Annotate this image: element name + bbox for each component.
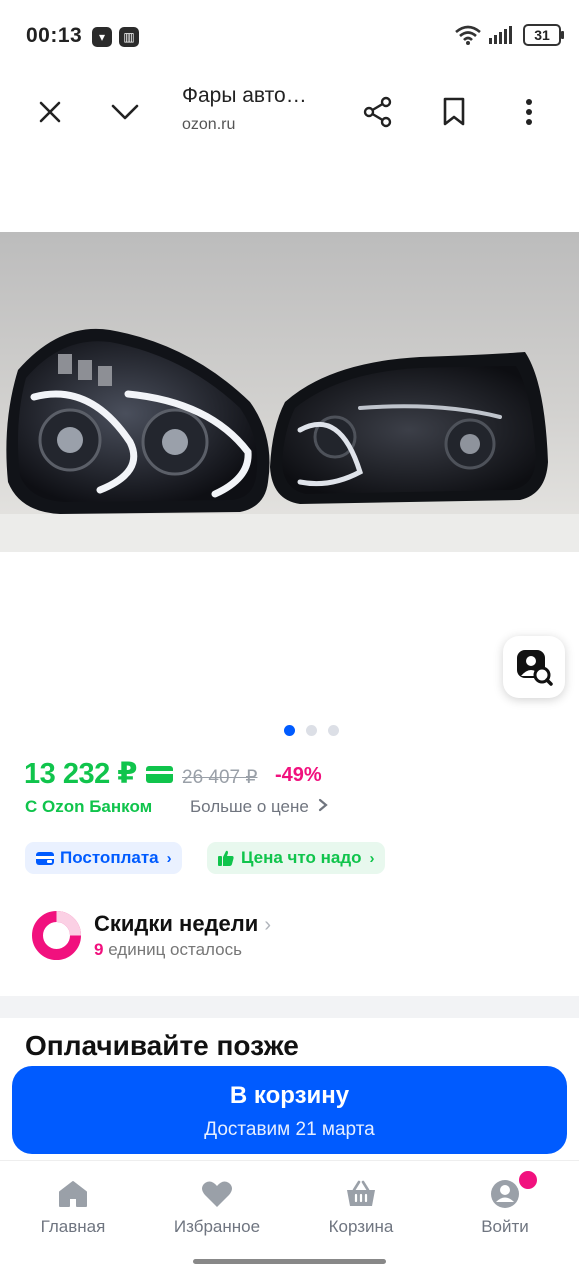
nav-favorites-label: Избранное [173, 1217, 261, 1236]
good-price-chip[interactable]: Цена что надо › [207, 842, 385, 874]
page-title: Фары авто… [182, 84, 307, 107]
chevron-right-icon [318, 798, 328, 812]
close-button[interactable] [26, 88, 74, 136]
app-notification-icon: ▥ [119, 27, 139, 47]
browser-toolbar: Фары авто… ozon.ru [0, 72, 579, 153]
thumbs-up-icon [218, 850, 234, 866]
bank-price-label: С Ozon Банком [25, 797, 153, 816]
postpay-chip[interactable]: Постоплата › [25, 842, 182, 874]
old-price: 26 407 ₽ [182, 767, 258, 788]
deals-remaining: 9 единиц осталось [94, 940, 242, 960]
nav-login-label: Войти [481, 1217, 529, 1236]
share-button[interactable] [354, 88, 402, 136]
bookmark-icon [443, 97, 465, 126]
heart-icon [202, 1181, 232, 1207]
collapse-button[interactable] [101, 88, 149, 136]
chevron-down-icon [111, 104, 139, 120]
nav-home-label: Главная [40, 1217, 106, 1236]
share-icon [363, 96, 392, 128]
more-menu-button[interactable] [505, 88, 553, 136]
bank-card-icon [146, 766, 173, 783]
pay-later-heading: Оплачивайте позже [25, 1030, 299, 1061]
vpn-icon: ▾ [92, 27, 112, 47]
nav-cart[interactable]: Корзина [291, 1179, 431, 1237]
discount-badge: -49% [275, 764, 322, 786]
more-about-price-link[interactable]: Больше о цене [190, 797, 328, 817]
weekly-deals-link[interactable]: Скидки недели › [94, 911, 271, 937]
pagination-dot-1[interactable] [284, 725, 295, 736]
wallet-icon [36, 852, 54, 865]
postpay-label: Постоплата [60, 848, 159, 867]
pagination-dot-2[interactable] [306, 725, 317, 736]
battery-icon: 31 [523, 24, 564, 46]
product-gallery[interactable] [0, 152, 579, 747]
basket-icon [347, 1180, 375, 1206]
pagination-dot-3[interactable] [328, 725, 339, 736]
chevron-right-icon: › [264, 914, 272, 936]
close-icon [39, 101, 61, 123]
page-url: ozon.ru [182, 116, 236, 133]
signal-icon [489, 26, 512, 44]
nav-login[interactable]: Войти [435, 1169, 575, 1237]
gallery-pagination [284, 723, 350, 741]
image-search-icon [517, 650, 553, 686]
weekly-deals-title: Скидки недели [94, 911, 259, 936]
bookmark-button[interactable] [430, 88, 478, 136]
add-to-cart-button[interactable]: В корзину Доставим 21 марта [12, 1066, 567, 1154]
deals-remaining-label: единиц осталось [108, 940, 242, 959]
home-icon [59, 1181, 87, 1207]
notification-dot [517, 1169, 539, 1191]
wifi-icon [455, 25, 481, 45]
good-price-label: Цена что надо [241, 848, 362, 867]
delivery-date: Доставим 21 марта [204, 1119, 375, 1140]
status-time: 00:13 [26, 24, 83, 47]
nav-home[interactable]: Главная [3, 1179, 143, 1237]
gesture-bar[interactable] [193, 1259, 386, 1264]
status-bar: 00:13 ▾ ▥ 31 [0, 0, 579, 72]
product-photo[interactable] [0, 232, 579, 552]
chevron-right-icon: › [166, 849, 172, 867]
section-divider [0, 996, 579, 1018]
current-price: 13 232 ₽ [24, 758, 137, 790]
deals-count: 9 [94, 940, 104, 959]
image-search-button[interactable] [503, 636, 565, 698]
user-icon [491, 1180, 519, 1208]
nav-cart-label: Корзина [328, 1217, 394, 1236]
deals-icon [31, 910, 82, 961]
more-vertical-icon [526, 99, 532, 125]
nav-favorites[interactable]: Избранное [147, 1179, 287, 1237]
more-about-price-label: Больше о цене [190, 797, 309, 816]
chevron-right-icon: › [369, 849, 375, 867]
add-to-cart-label: В корзину [229, 1082, 350, 1109]
status-right: 31 [455, 24, 564, 46]
